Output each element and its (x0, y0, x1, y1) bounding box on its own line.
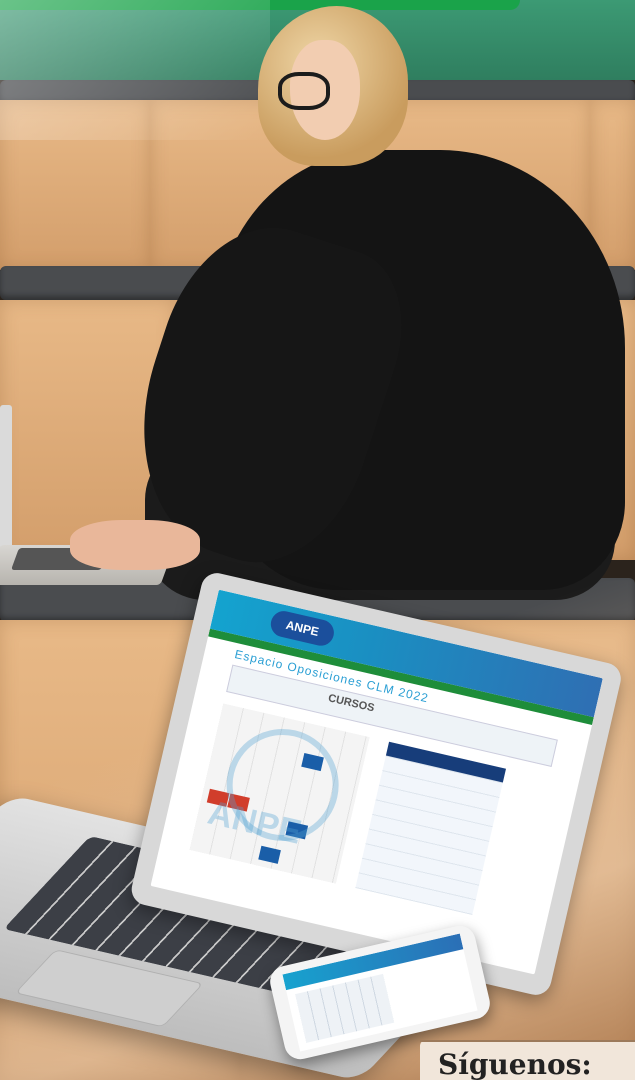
photo-scene: ANPE Espacio Oposiciones CLM 2022 CURSOS… (0, 0, 635, 1080)
site-logo: ANPE (268, 608, 337, 649)
site-banner-text: CURSOS (327, 692, 376, 715)
glasses-icon (278, 72, 330, 110)
person-hands (70, 520, 200, 570)
laptop-screen: ANPE Espacio Oposiciones CLM 2022 CURSOS… (150, 589, 603, 975)
divider (420, 1040, 635, 1042)
site-sidebar (355, 741, 506, 915)
follow-label: Síguenos: (438, 1048, 592, 1080)
light-overlay (0, 0, 270, 140)
follow-section: Síguenos: (420, 1040, 635, 1080)
